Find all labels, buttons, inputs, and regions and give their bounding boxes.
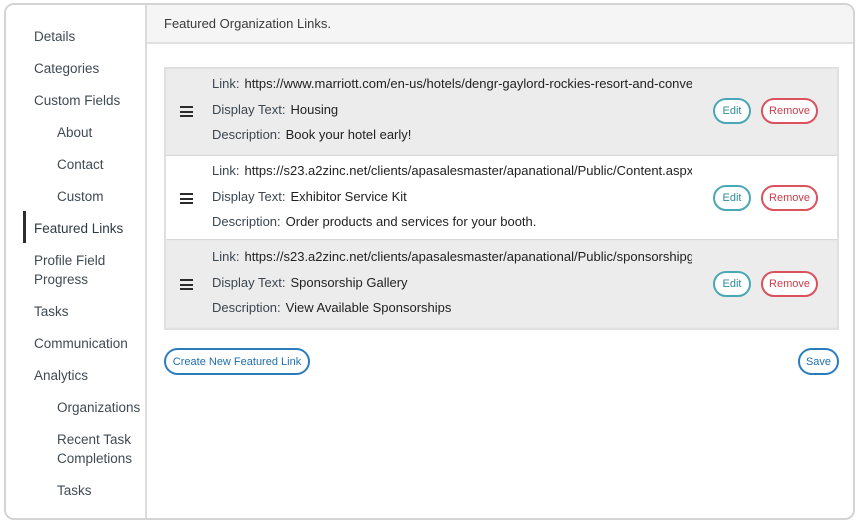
featured-links-list: Link: https://www.marriott.com/en-us/hote… (164, 67, 839, 330)
sidebar-item-custom-fields[interactable]: Custom Fields (34, 91, 120, 110)
display-text-label: Display Text: (212, 275, 286, 290)
sidebar-item-communication[interactable]: Communication (34, 334, 128, 353)
active-indicator (23, 211, 26, 243)
link-label: Link: (212, 76, 240, 91)
link-label: Link: (212, 163, 240, 178)
link-field: Link: https://s23.a2zinc.net/clients/apas… (212, 248, 692, 265)
description-label: Description: (212, 214, 281, 229)
drag-handle-icon[interactable] (180, 193, 193, 204)
display-text-label: Display Text: (212, 102, 286, 117)
remove-button[interactable]: Remove (761, 271, 818, 297)
drag-handle-icon[interactable] (180, 106, 193, 117)
description-field: Description: View Available Sponsorships (212, 299, 692, 316)
sidebar-item-contact[interactable]: Contact (57, 155, 104, 174)
display-text-value: Sponsorship Gallery (290, 275, 408, 290)
description-field: Description: Order products and services … (212, 213, 692, 230)
sidebar-item-details[interactable]: Details (34, 27, 75, 46)
featured-link-row: Link: https://s23.a2zinc.net/clients/apas… (166, 242, 837, 327)
display-text-field: Display Text: Housing (212, 101, 692, 118)
sidebar-item-featured-links[interactable]: Featured Links (34, 219, 123, 238)
description-label: Description: (212, 300, 281, 315)
description-field: Description: Book your hotel early! (212, 126, 692, 143)
page-title: Featured Organization Links. (164, 16, 331, 31)
sidebar-item-organizations[interactable]: Organizations (57, 398, 140, 417)
sidebar-item-tasks[interactable]: Tasks (34, 302, 69, 321)
app-frame: Details Categories Custom Fields About C… (4, 3, 855, 520)
sidebar: Details Categories Custom Fields About C… (6, 5, 147, 518)
remove-button[interactable]: Remove (761, 98, 818, 124)
edit-button[interactable]: Edit (713, 185, 751, 211)
edit-button[interactable]: Edit (713, 271, 751, 297)
display-text-field: Display Text: Sponsorship Gallery (212, 274, 692, 291)
main-panel: Featured Organization Links. Link: https:… (147, 5, 853, 518)
display-text-field: Display Text: Exhibitor Service Kit (212, 188, 692, 205)
sidebar-item-profile-field-progress[interactable]: Profile Field Progress (34, 251, 105, 289)
sidebar-item-label: Progress (34, 272, 89, 287)
sidebar-item-custom[interactable]: Custom (57, 187, 104, 206)
sidebar-item-label: Completions (57, 451, 133, 466)
display-text-label: Display Text: (212, 189, 286, 204)
sidebar-item-analytics-tasks[interactable]: Tasks (57, 481, 92, 500)
remove-button[interactable]: Remove (761, 185, 818, 211)
featured-link-row: Link: https://s23.a2zinc.net/clients/apas… (166, 155, 837, 240)
panel-header: Featured Organization Links. (147, 5, 853, 44)
display-text-value: Exhibitor Service Kit (290, 189, 407, 204)
edit-button[interactable]: Edit (713, 98, 751, 124)
link-label: Link: (212, 249, 240, 264)
sidebar-item-categories[interactable]: Categories (34, 59, 99, 78)
link-value: https://s23.a2zinc.net/clients/apasalesm… (244, 163, 692, 178)
create-featured-link-button[interactable]: Create New Featured Link (164, 348, 310, 375)
link-value: https://www.marriott.com/en-us/hotels/de… (244, 76, 692, 91)
description-value: Book your hotel early! (285, 127, 412, 142)
description-label: Description: (212, 127, 281, 142)
link-value: https://s23.a2zinc.net/clients/apasalesm… (244, 249, 692, 264)
save-button[interactable]: Save (798, 348, 839, 375)
sidebar-item-about[interactable]: About (57, 123, 92, 142)
sidebar-item-recent-task-completions[interactable]: Recent Task Completions (57, 430, 132, 468)
drag-handle-icon[interactable] (180, 279, 193, 290)
link-field: Link: https://www.marriott.com/en-us/hote… (212, 75, 692, 92)
sidebar-item-analytics[interactable]: Analytics (34, 366, 88, 385)
link-field: Link: https://s23.a2zinc.net/clients/apas… (212, 162, 692, 179)
sidebar-item-label: Recent Task (57, 432, 132, 447)
sidebar-item-label: Profile Field (34, 253, 106, 268)
display-text-value: Housing (290, 102, 339, 117)
description-value: Order products and services for your boo… (285, 214, 537, 229)
featured-link-row: Link: https://www.marriott.com/en-us/hote… (166, 69, 837, 154)
description-value: View Available Sponsorships (285, 300, 452, 315)
